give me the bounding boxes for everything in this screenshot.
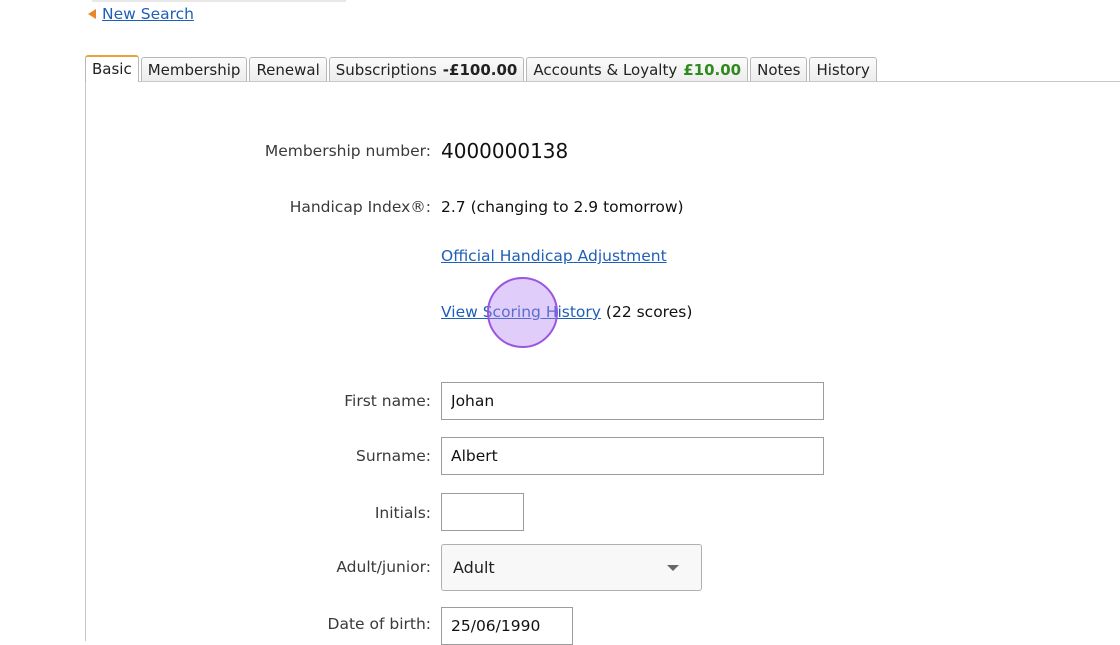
back-arrow-icon: [88, 9, 96, 19]
handicap-index-label: Handicap Index®:: [289, 198, 431, 216]
tab-notes[interactable]: Notes: [750, 57, 808, 82]
top-divider: [92, 0, 346, 2]
official-handicap-adjustment-link[interactable]: Official Handicap Adjustment: [441, 247, 667, 265]
date-of-birth-label: Date of birth:: [327, 615, 431, 633]
adult-junior-label: Adult/junior:: [336, 558, 431, 576]
first-name-field[interactable]: [441, 382, 824, 420]
date-of-birth-field[interactable]: [441, 607, 573, 645]
tab-subscriptions[interactable]: Subscriptions -£100.00: [328, 57, 525, 82]
initials-label: Initials:: [374, 504, 431, 522]
handicap-index-value: 2.7 (changing to 2.9 tomorrow): [441, 198, 684, 216]
click-indicator: [487, 277, 558, 348]
scores-count: (22 scores): [605, 303, 693, 321]
tab-label: Renewal: [256, 61, 320, 79]
accounts-balance: £10.00: [683, 61, 742, 79]
tab-history[interactable]: History: [809, 57, 877, 82]
new-search-link[interactable]: New Search: [102, 5, 194, 23]
membership-number-label: Membership number:: [264, 142, 431, 160]
scoring-history-row: View Scoring History (22 scores): [441, 303, 692, 321]
tab-accounts-loyalty[interactable]: Accounts & Loyalty £10.00: [526, 57, 749, 82]
tab-label: Accounts & Loyalty: [533, 61, 678, 79]
tab-renewal[interactable]: Renewal: [249, 57, 327, 82]
member-tabs: Basic Membership Renewal Subscriptions -£…: [85, 55, 879, 82]
first-name-label: First name:: [344, 392, 431, 410]
surname-label: Surname:: [356, 447, 431, 465]
membership-number-value: 4000000138: [441, 139, 569, 163]
tab-label: History: [816, 61, 870, 79]
subscriptions-balance: -£100.00: [442, 61, 518, 79]
tab-label: Subscriptions: [335, 61, 437, 79]
tab-label: Notes: [757, 61, 801, 79]
tab-basic[interactable]: Basic: [85, 55, 139, 82]
initials-field[interactable]: [441, 493, 524, 531]
tab-label: Basic: [92, 60, 132, 78]
new-search-nav[interactable]: New Search: [88, 5, 194, 23]
tab-membership[interactable]: Membership: [140, 57, 248, 82]
chevron-down-icon: [667, 565, 679, 571]
tab-label: Membership: [147, 61, 241, 79]
adult-junior-select[interactable]: Adult: [441, 544, 702, 591]
adult-junior-selected: Adult: [453, 558, 495, 577]
surname-field[interactable]: [441, 437, 824, 475]
